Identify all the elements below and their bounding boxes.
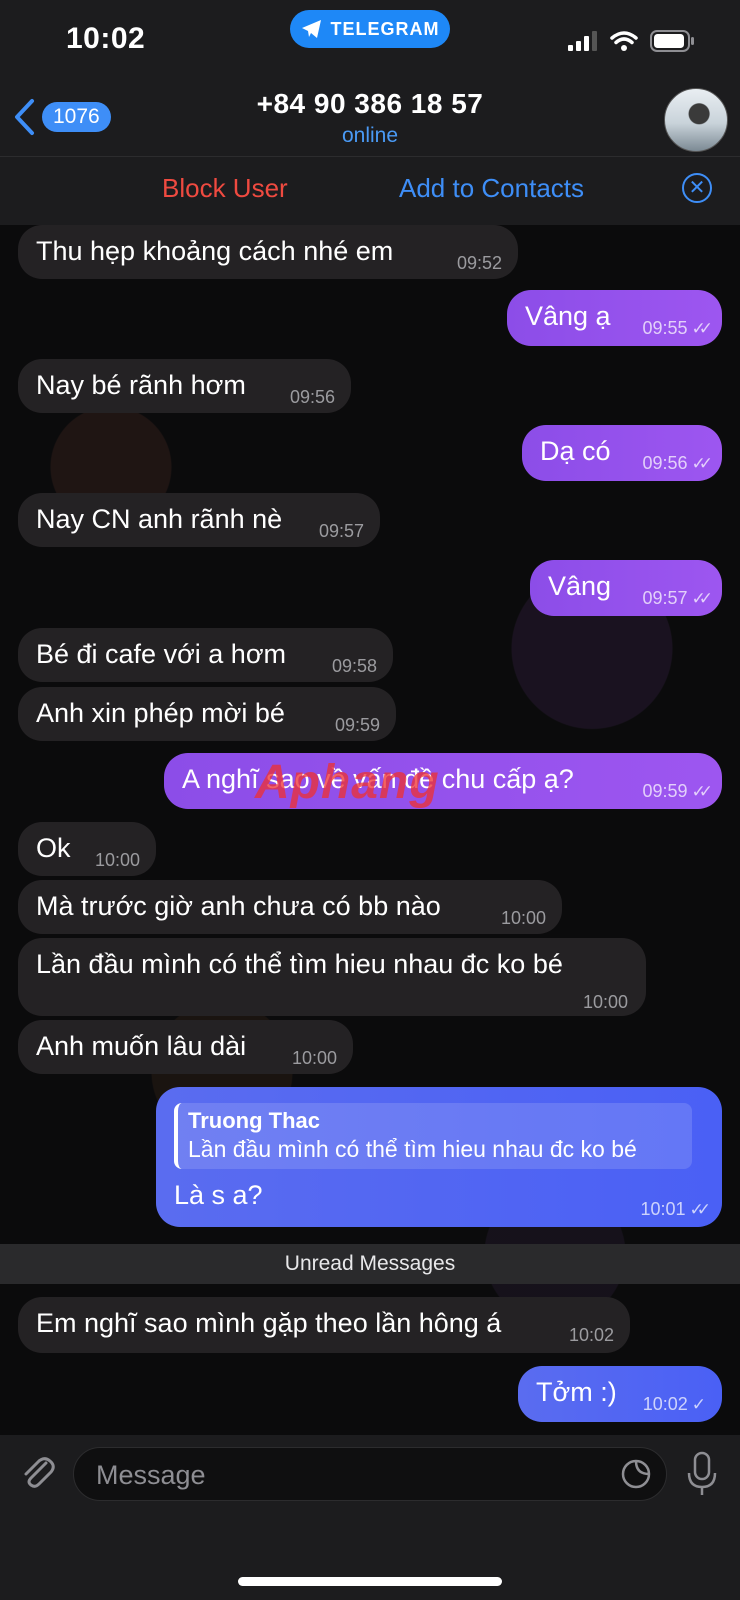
sticker-icon[interactable] [620,1458,652,1490]
telegram-icon [301,20,321,38]
chat-status: online [341,124,399,147]
message-in[interactable]: Bé đi cafe với a hơm 09:58 [18,628,393,682]
double-check-icon: ✓✓ [691,454,713,473]
message-text: Nay bé rãnh hơm [36,370,246,400]
message-time-value: 09:59 [642,781,688,801]
message-text: Anh muốn lâu dài [36,1031,247,1061]
chat-area[interactable]: Thu hẹp khoảng cách nhé em 09:52 Vâng ạ … [0,225,740,1435]
message-time-value: 09:56 [642,453,688,473]
message-out[interactable]: Tởm :) 10:02 ✓ [518,1366,722,1422]
message-out-reply[interactable]: Truong Thac Lần đầu mình có thể tìm hieu… [156,1087,722,1227]
reply-quote[interactable]: Truong Thac Lần đầu mình có thể tìm hieu… [174,1103,692,1169]
battery-icon [650,30,694,52]
system-icons [568,30,696,52]
message-time: 09:58 [331,656,377,676]
message-in[interactable]: Nay bé rãnh hơm 09:56 [18,359,351,413]
double-check-icon: ✓✓ [691,782,713,801]
message-in[interactable]: Lần đầu mình có thể tìm hieu nhau đc ko … [18,938,646,1016]
message-text: Nay CN anh rãnh nè [36,504,283,534]
message-time: 10:00 [582,992,628,1012]
message-in[interactable]: Mà trước giờ anh chưa có bb nào 10:00 [18,880,562,934]
message-text: Dạ có [540,436,611,466]
double-check-icon: ✓✓ [689,1200,711,1219]
watermark: Aphang [255,756,440,809]
status-time: 10:02 [66,22,146,55]
attach-icon[interactable] [18,1453,58,1493]
message-text: Lần đầu mình có thể tìm hieu nhau đc ko … [36,949,563,979]
message-text: Thu hẹp khoảng cách nhé em [36,236,394,266]
signal-icon [568,31,597,51]
message-out[interactable]: Dạ có 09:56 ✓✓ [522,425,722,481]
message-text: Ok [36,833,71,863]
message-text: Vâng ạ [525,301,611,331]
telegram-pill-label: TELEGRAM [330,18,440,39]
block-user-button[interactable]: Block User [162,173,288,204]
message-time-value: 10:02 [642,1394,688,1414]
wifi-icon [610,31,638,51]
message-time: 09:59 [334,715,380,735]
double-check-icon: ✓✓ [691,319,713,338]
reply-text: Lần đầu mình có thể tìm hieu nhau đc ko … [188,1136,637,1162]
message-time: 10:00 [500,908,546,928]
status-bar: 10:02 TELEGRAM [0,0,740,84]
message-text: Tởm :) [536,1377,617,1407]
message-text: Là s a? [174,1180,263,1210]
message-time: 10:00 [94,850,140,870]
check-icon: ✓ [691,1395,706,1414]
message-in[interactable]: Anh muốn lâu dài 10:00 [18,1020,353,1074]
double-check-icon: ✓✓ [691,589,713,608]
avatar[interactable] [664,88,728,152]
message-in[interactable]: Thu hẹp khoảng cách nhé em 09:52 [18,225,518,279]
chat-title[interactable]: +84 90 386 18 57 [0,88,740,120]
message-in[interactable]: Anh xin phép mời bé 09:59 [18,687,396,741]
message-text: Anh xin phép mời bé [36,698,285,728]
message-text: Em nghĩ sao mình gặp theo lần hông á [36,1308,502,1338]
add-to-contacts-button[interactable]: Add to Contacts [399,173,584,204]
message-text: Vâng [548,571,612,601]
message-time: 09:57 [318,521,364,541]
message-time-value: 09:57 [642,588,688,608]
message-time: 09:55 ✓✓ [642,312,713,345]
message-out[interactable]: Vâng ạ 09:55 ✓✓ [507,290,722,346]
composer-bar [0,1435,740,1600]
message-out[interactable]: Vâng 09:57 ✓✓ [530,560,722,616]
message-time: 09:57 ✓✓ [642,582,713,615]
message-input[interactable] [94,1448,578,1502]
message-in[interactable]: Nay CN anh rãnh nè 09:57 [18,493,380,547]
message-field[interactable] [73,1447,667,1502]
message-text: Mà trước giờ anh chưa có bb nào [36,891,441,921]
message-text: Bé đi cafe với a hơm [36,639,287,669]
home-indicator[interactable] [238,1577,502,1586]
message-time: 10:01 ✓✓ [640,1193,711,1226]
message-out[interactable]: A nghĩ sao về vấn đề chu cấp ạ? 09:59 ✓✓ [164,753,722,809]
contact-action-bar: Block User Add to Contacts ✕ [0,156,740,225]
chat-header: 1076 +84 90 386 18 57 online [0,84,740,156]
message-time: 10:02 [568,1325,614,1345]
message-time: 10:02 ✓ [643,1388,706,1421]
reply-author: Truong Thac [188,1108,320,1133]
message-in[interactable]: Em nghĩ sao mình gặp theo lần hông á 10:… [18,1297,630,1353]
close-icon[interactable]: ✕ [682,173,712,203]
message-in[interactable]: Ok 10:00 [18,822,156,876]
message-time: 09:52 [456,253,502,273]
microphone-icon[interactable] [686,1451,718,1497]
message-time: 09:56 ✓✓ [642,447,713,480]
message-time-value: 10:01 [640,1199,686,1219]
message-time: 10:00 [291,1048,337,1068]
telegram-pill[interactable]: TELEGRAM [290,10,450,48]
unread-divider: Unread Messages [0,1244,740,1284]
message-time-value: 09:55 [642,318,688,338]
message-time: 09:56 [289,387,335,407]
message-time: 09:59 ✓✓ [642,775,713,808]
